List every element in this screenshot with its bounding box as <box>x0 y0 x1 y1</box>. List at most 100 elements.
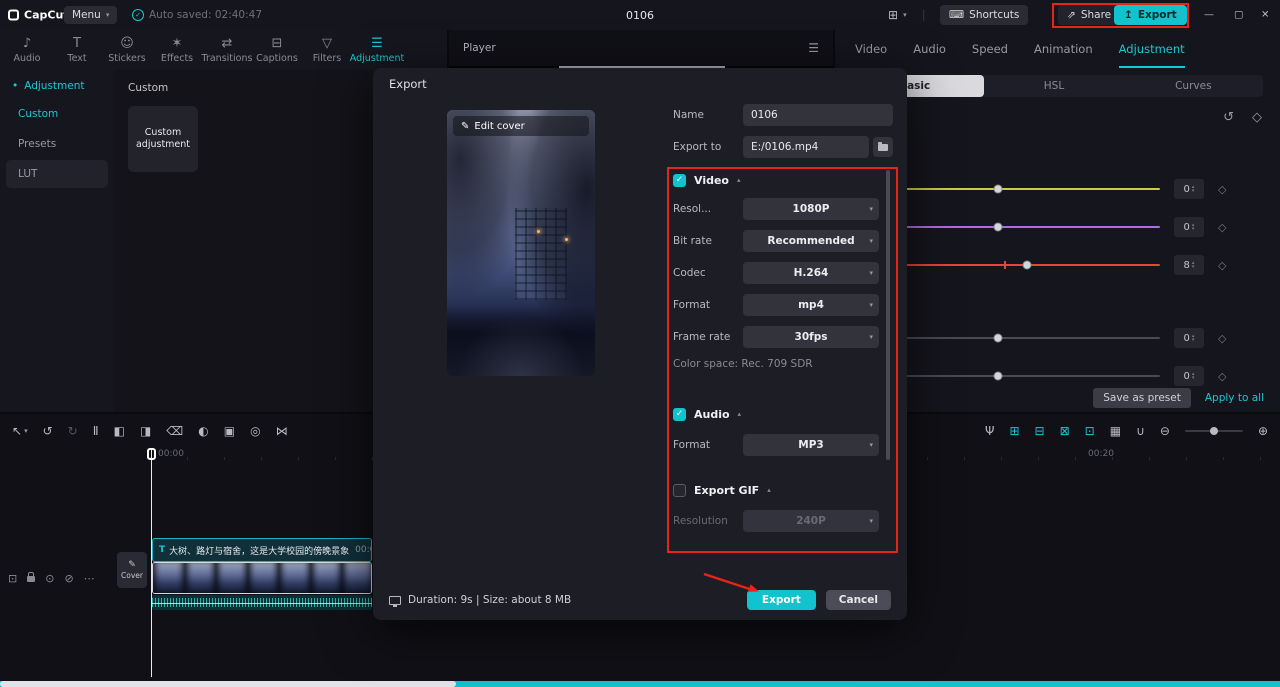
adjust-slider-1-value[interactable]: 0 ▴ ▾ <box>1174 179 1204 199</box>
cover-button[interactable]: ✎ Cover <box>117 552 147 588</box>
close-button[interactable]: ✕ <box>1261 10 1269 21</box>
keyframe-icon[interactable]: ◇ <box>1218 221 1226 234</box>
adjust-slider-4-handle[interactable] <box>993 333 1003 343</box>
framerate-select[interactable]: 30fps ▾ <box>743 326 879 348</box>
stepper-icon[interactable]: ▴ ▾ <box>1192 185 1195 194</box>
gif-checkbox[interactable] <box>673 483 686 497</box>
audio-checkbox[interactable]: ✓ <box>673 407 686 421</box>
format-select[interactable]: mp4 ▾ <box>743 294 879 316</box>
stepper-icon[interactable]: ▴ ▾ <box>1192 334 1195 343</box>
player-menu-icon[interactable]: ☰ <box>808 41 819 55</box>
browse-folder-button[interactable] <box>873 137 893 157</box>
export-path-input[interactable]: E:/0106.mp4 <box>743 136 869 158</box>
link-clips-icon[interactable]: ⊟ <box>1035 424 1045 438</box>
custom-adjustment-card[interactable]: Custom adjustment <box>128 106 198 172</box>
media-tab-text[interactable]: T Text <box>52 37 102 64</box>
keyframe-icon[interactable]: ◇ <box>1218 183 1226 196</box>
adjust-slider-2-track[interactable] <box>865 222 1160 232</box>
codec-select[interactable]: H.264 ▾ <box>743 262 879 284</box>
video-checkbox[interactable]: ✓ <box>673 173 686 187</box>
freeze-frame-icon[interactable]: ◎ <box>250 424 260 438</box>
inspector-tab-video[interactable]: Video <box>855 30 887 68</box>
media-tab-filters[interactable]: ▽ Filters <box>302 37 352 64</box>
apply-to-all-button[interactable]: Apply to all <box>1205 392 1264 404</box>
timeline-scrollbar[interactable] <box>0 681 1280 687</box>
preview-axis-icon[interactable]: ⊡ <box>1085 424 1095 438</box>
adjust-slider-1-track[interactable] <box>865 184 1160 194</box>
lock-icon[interactable] <box>27 571 36 585</box>
media-tab-stickers[interactable]: ☺ Stickers <box>102 37 152 64</box>
shortcuts-button[interactable]: ⌨ Shortcuts <box>940 5 1029 25</box>
stepper-icon[interactable]: ▴ ▾ <box>1192 372 1195 381</box>
more-icon[interactable]: ⋯ <box>84 572 95 585</box>
reset-icon[interactable]: ↺ <box>1223 110 1234 125</box>
scrollbar-thumb[interactable] <box>0 681 456 687</box>
mute-icon[interactable]: ⊘ <box>64 572 73 585</box>
adjust-slider-5-value[interactable]: 0 ▴ ▾ <box>1174 366 1204 386</box>
inspector-tab-adjustment[interactable]: Adjustment <box>1118 30 1185 68</box>
adjust-slider-3-track[interactable] <box>865 260 1160 270</box>
edit-cover-button[interactable]: ✎ Edit cover <box>453 116 589 136</box>
voiceover-mic-icon[interactable]: Ψ <box>985 424 994 438</box>
adjust-slider-1-handle[interactable] <box>993 184 1003 194</box>
name-input[interactable]: 0106 <box>743 104 893 126</box>
zoom-in-icon[interactable]: ⊕ <box>1258 424 1268 438</box>
magnetic-track-icon[interactable]: ⊞ <box>1009 424 1019 438</box>
select-tool-icon[interactable]: ↖ ▾ <box>12 424 28 438</box>
delete-right-icon[interactable]: ◨ <box>140 424 151 438</box>
sidebar-item-presets[interactable]: Presets <box>6 130 108 158</box>
media-tab-audio[interactable]: ♪ Audio <box>2 37 52 64</box>
sidebar-item-lut[interactable]: LUT <box>6 160 108 188</box>
audio-format-select[interactable]: MP3 ▾ <box>743 434 879 456</box>
adjust-slider-2-handle[interactable] <box>993 222 1003 232</box>
share-button[interactable]: ⇗ Share <box>1058 5 1121 25</box>
auto-ripple-icon[interactable]: ⊠ <box>1060 424 1070 438</box>
keyframe-icon[interactable]: ◇ <box>1218 332 1226 345</box>
eye-icon[interactable]: ⊙ <box>45 572 54 585</box>
screen-record-icon[interactable]: ▦ <box>1110 424 1121 438</box>
playhead-handle[interactable] <box>147 448 156 460</box>
adjust-slider-3-value[interactable]: 8 ▴ ▾ <box>1174 255 1204 275</box>
collapse-caret-icon[interactable]: ▴ <box>767 486 771 494</box>
inspector-tab-speed[interactable]: Speed <box>972 30 1008 68</box>
gif-resolution-select[interactable]: 240P ▾ <box>743 510 879 532</box>
delete-left-icon[interactable]: ◧ <box>114 424 125 438</box>
media-tab-adjustment[interactable]: ☰ Adjustment <box>350 37 405 64</box>
stepper-icon[interactable]: ▴ ▾ <box>1192 223 1195 232</box>
inspector-tab-animation[interactable]: Animation <box>1034 30 1093 68</box>
adjust-slider-5-handle[interactable] <box>993 371 1003 381</box>
zoom-out-icon[interactable]: ⊖ <box>1160 424 1170 438</box>
maximize-button[interactable]: ▢ <box>1234 10 1243 21</box>
split-icon[interactable]: Ⅱ <box>93 424 99 438</box>
save-as-preset-button[interactable]: Save as preset <box>1093 388 1191 408</box>
export-confirm-button[interactable]: Export <box>746 590 816 610</box>
collapse-caret-icon[interactable]: ▴ <box>738 410 742 418</box>
bitrate-select[interactable]: Recommended ▾ <box>743 230 879 252</box>
delete-icon[interactable]: ⌫ <box>166 424 183 438</box>
keyframe-icon[interactable]: ◇ <box>1218 259 1226 272</box>
audio-clip[interactable] <box>152 595 372 610</box>
sidebar-header[interactable]: • Adjustment <box>0 70 114 98</box>
subtab-curves[interactable]: Curves <box>1124 75 1263 97</box>
track-select-icon[interactable]: ⊡ <box>8 572 17 585</box>
video-clip[interactable] <box>152 562 372 594</box>
collapse-caret-icon[interactable]: ▴ <box>737 176 741 184</box>
media-tab-effects[interactable]: ✶ Effects <box>152 37 202 64</box>
inspector-tab-audio[interactable]: Audio <box>913 30 946 68</box>
zoom-slider[interactable] <box>1184 427 1243 435</box>
redo-icon[interactable]: ↻ <box>68 424 78 438</box>
media-tab-transitions[interactable]: ⇄ Transitions <box>202 37 253 64</box>
minimize-button[interactable]: — <box>1204 10 1214 21</box>
cancel-button[interactable]: Cancel <box>825 590 891 610</box>
media-tab-captions[interactable]: ⊟ Captions <box>252 37 302 64</box>
duplicate-icon[interactable]: ▣ <box>224 424 235 438</box>
magnet-icon[interactable]: ∪ <box>1136 424 1145 438</box>
adjust-slider-5-track[interactable] <box>865 371 1160 381</box>
subtab-hsl[interactable]: HSL <box>984 75 1123 97</box>
keyframe-icon[interactable]: ◇ <box>1252 110 1262 125</box>
adjust-slider-4-track[interactable] <box>865 333 1160 343</box>
adjust-slider-3-handle[interactable] <box>1022 260 1032 270</box>
dialog-scrollbar[interactable] <box>886 170 890 460</box>
adjust-slider-4-value[interactable]: 0 ▴ ▾ <box>1174 328 1204 348</box>
export-button-topbar[interactable]: ↥ Export <box>1114 5 1187 25</box>
